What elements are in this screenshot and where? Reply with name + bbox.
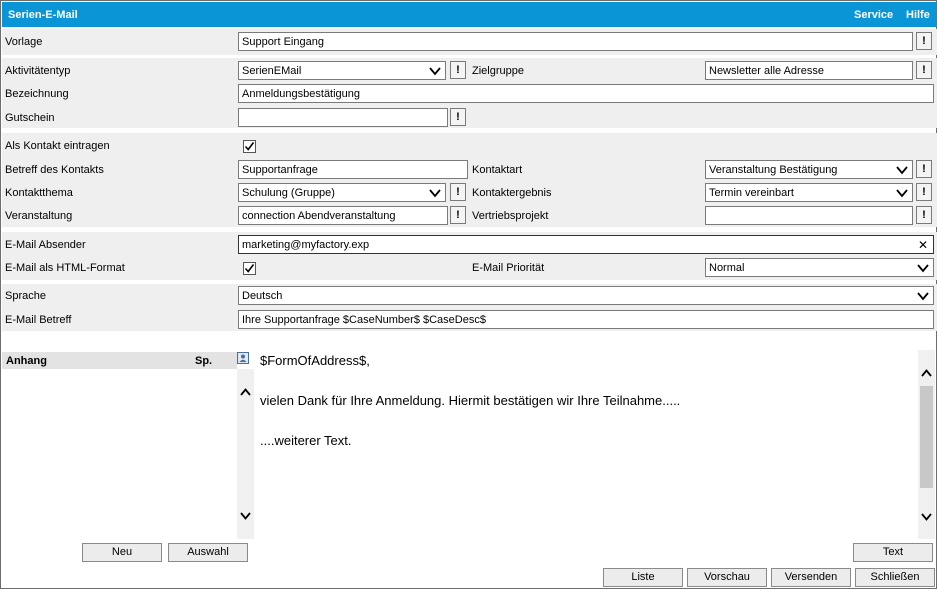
language-column-label: Sp. (195, 355, 213, 367)
zielgruppe-field[interactable]: Newsletter alle Adresse (705, 61, 913, 80)
absender-label: E-Mail Absender (5, 239, 86, 251)
new-attachment-button[interactable]: Neu (82, 543, 162, 562)
check-icon (244, 142, 255, 151)
body-line-salutation: $FormOfAddress$, (260, 353, 370, 368)
close-button[interactable]: Schließen (855, 568, 935, 587)
gutschein-label: Gutschein (5, 112, 55, 124)
betreff-kontakt-label: Betreff des Kontakts (5, 164, 104, 176)
editor-scrollbar[interactable] (918, 350, 935, 539)
absender-field[interactable]: marketing@myfactory.exp ✕ (238, 235, 934, 254)
kontaktart-info-button[interactable]: ! (916, 160, 932, 178)
prioritaet-select[interactable]: Normal (705, 258, 934, 277)
vorlage-label: Vorlage (5, 36, 43, 48)
window-title: Serien-E-Mail (8, 9, 78, 21)
attachment-list-header: Anhang Sp. (2, 352, 237, 369)
chevron-up-icon[interactable] (239, 386, 252, 399)
check-icon (244, 264, 255, 273)
sprache-label: Sprache (5, 290, 46, 302)
chevron-down-icon (429, 189, 441, 198)
prioritaet-label: E-Mail Priorität (472, 262, 545, 274)
send-button[interactable]: Versenden (771, 568, 851, 587)
chevron-down-icon[interactable] (239, 509, 252, 522)
text-button[interactable]: Text (853, 543, 933, 562)
bezeichnung-field[interactable]: Anmeldungsbestätigung (238, 84, 934, 103)
menu-service[interactable]: Service (854, 9, 893, 21)
sprache-select[interactable]: Deutsch (238, 286, 934, 305)
vertriebsprojekt-field[interactable] (705, 206, 913, 225)
chevron-up-icon[interactable] (920, 367, 933, 380)
gutschein-info-button[interactable]: ! (450, 108, 466, 126)
email-betreff-label: E-Mail Betreff (5, 314, 72, 326)
chevron-down-icon[interactable] (920, 510, 933, 523)
chevron-down-icon (917, 264, 929, 273)
kontaktthema-label: Kontaktthema (5, 187, 73, 199)
html-format-label: E-Mail als HTML-Format (5, 262, 125, 274)
menu-help[interactable]: Hilfe (906, 9, 930, 21)
zielgruppe-label: Zielgruppe (472, 65, 524, 77)
window: Serien-E-Mail Service Hilfe Vorlage Supp… (0, 0, 937, 589)
attachment-column-label: Anhang (6, 355, 47, 367)
veranstaltung-info-button[interactable]: ! (450, 206, 466, 224)
attachment-scrollbar[interactable] (237, 369, 254, 539)
email-betreff-field[interactable]: Ihre Supportanfrage $CaseNumber$ $CaseDe… (238, 310, 934, 329)
aktivitaetentyp-label: Aktivitätentyp (5, 65, 71, 77)
veranstaltung-field[interactable]: connection Abendveranstaltung (238, 206, 448, 225)
kontaktergebnis-label: Kontaktergebnis (472, 187, 552, 199)
betreff-kontakt-field[interactable]: Supportanfrage (238, 160, 468, 179)
aktivitaetentyp-value: SerienEMail (242, 65, 302, 77)
list-button[interactable]: Liste (603, 568, 683, 587)
aktivitaetentyp-info-button[interactable]: ! (450, 61, 466, 79)
title-bar: Serien-E-Mail Service Hilfe (2, 2, 937, 27)
vertriebsprojekt-label: Vertriebsprojekt (472, 210, 549, 222)
select-attachment-button[interactable]: Auswahl (168, 543, 248, 562)
kontaktergebnis-select[interactable]: Termin vereinbart (705, 183, 913, 202)
kontaktthema-select[interactable]: Schulung (Gruppe) (238, 183, 446, 202)
chevron-down-icon (896, 166, 908, 175)
kontaktart-select[interactable]: Veranstaltung Bestätigung (705, 160, 913, 179)
body-line-more: ....weiterer Text. (260, 433, 352, 448)
sprache-value: Deutsch (242, 290, 283, 302)
clear-icon[interactable]: ✕ (918, 238, 928, 252)
body-line-thanks: vielen Dank für Ihre Anmeldung. Hiermit … (260, 393, 681, 408)
chevron-down-icon (429, 67, 441, 76)
gutschein-field[interactable] (238, 108, 448, 127)
editor-scroll-thumb[interactable] (920, 386, 933, 488)
html-format-checkbox[interactable] (243, 262, 256, 275)
vorlage-info-button[interactable]: ! (916, 32, 932, 50)
absender-value: marketing@myfactory.exp (242, 239, 370, 251)
kontaktergebnis-info-button[interactable]: ! (916, 183, 932, 201)
kontaktart-value: Veranstaltung Bestätigung (709, 164, 838, 176)
zielgruppe-info-button[interactable]: ! (916, 61, 932, 79)
vertriebsprojekt-info-button[interactable]: ! (916, 206, 932, 224)
bezeichnung-label: Bezeichnung (5, 88, 69, 100)
kontaktergebnis-value: Termin vereinbart (709, 187, 794, 199)
veranstaltung-label: Veranstaltung (5, 210, 73, 222)
kontaktart-label: Kontaktart (472, 164, 523, 176)
aktivitaetentyp-select[interactable]: SerienEMail (238, 61, 446, 80)
chevron-down-icon (917, 292, 929, 301)
kontaktthema-value: Schulung (Gruppe) (242, 187, 335, 199)
prioritaet-value: Normal (709, 262, 745, 274)
als-kontakt-label: Als Kontakt eintragen (5, 140, 110, 152)
preview-button[interactable]: Vorschau (687, 568, 767, 587)
email-body-editor[interactable]: $FormOfAddress$, vielen Dank für Ihre An… (254, 350, 918, 539)
kontaktthema-info-button[interactable]: ! (450, 183, 466, 201)
als-kontakt-checkbox[interactable] (243, 140, 256, 153)
vorlage-field[interactable]: Support Eingang (238, 32, 913, 51)
chevron-down-icon (896, 189, 908, 198)
contact-card-icon[interactable] (237, 352, 251, 366)
